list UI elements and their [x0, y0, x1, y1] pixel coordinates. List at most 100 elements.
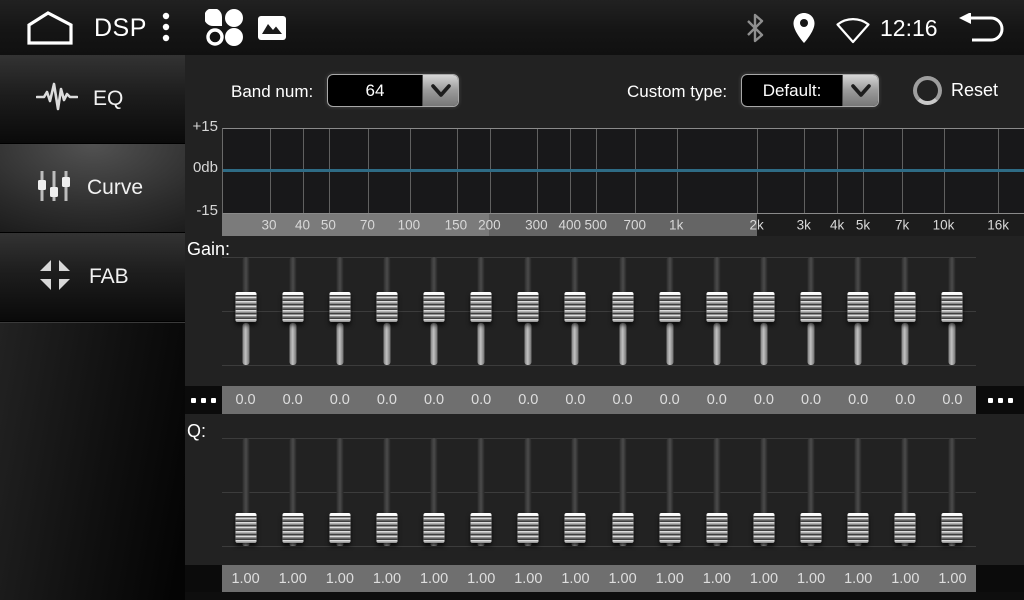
q-value: 1.00 [882, 565, 929, 592]
q-slider-thumb[interactable] [282, 513, 303, 543]
gain-slider-thumb[interactable] [376, 292, 397, 322]
q-slider[interactable] [363, 438, 410, 548]
sidebar-item-fab[interactable]: FAB [0, 233, 185, 322]
q-slider-thumb[interactable] [753, 513, 774, 543]
gain-slider[interactable] [646, 257, 693, 367]
gain-slider[interactable] [599, 257, 646, 367]
gain-slider[interactable] [929, 257, 976, 367]
q-slider[interactable] [505, 438, 552, 548]
gain-slider[interactable] [552, 257, 599, 367]
gain-slider-thumb[interactable] [471, 292, 492, 322]
gain-slider-thumb[interactable] [848, 292, 869, 322]
q-slider[interactable] [458, 438, 505, 548]
gain-value: 0.0 [882, 386, 929, 414]
q-row-left-spacer [185, 565, 222, 592]
gain-slider-thumb[interactable] [942, 292, 963, 322]
q-slider-thumb[interactable] [895, 513, 916, 543]
gain-slider[interactable] [882, 257, 929, 367]
slider-track-lower [478, 323, 485, 365]
gain-slider[interactable] [835, 257, 882, 367]
q-slider[interactable] [693, 438, 740, 548]
sidebar-item-label: Curve [87, 176, 143, 200]
dsp-app-screen: DSP [0, 0, 1024, 600]
q-slider-thumb[interactable] [942, 513, 963, 543]
q-slider-thumb[interactable] [471, 513, 492, 543]
gain-slider[interactable] [740, 257, 787, 367]
photo-icon[interactable] [257, 15, 287, 41]
q-slider[interactable] [788, 438, 835, 548]
q-values-bar: 1.001.001.001.001.001.001.001.001.001.00… [222, 565, 976, 592]
bluetooth-icon [742, 13, 768, 43]
sidebar-item-eq[interactable]: EQ [0, 55, 185, 144]
kebab-menu-icon[interactable] [156, 11, 176, 45]
q-slider[interactable] [882, 438, 929, 548]
gain-slider[interactable] [363, 257, 410, 367]
gain-slider-thumb[interactable] [612, 292, 633, 322]
q-slider-thumb[interactable] [706, 513, 727, 543]
gain-slider[interactable] [269, 257, 316, 367]
gain-slider-thumb[interactable] [801, 292, 822, 322]
q-slider[interactable] [740, 438, 787, 548]
gain-slider-thumb[interactable] [753, 292, 774, 322]
q-slider-thumb[interactable] [235, 513, 256, 543]
gain-slider-thumb[interactable] [329, 292, 350, 322]
gain-slider-thumb[interactable] [282, 292, 303, 322]
q-slider-thumb[interactable] [801, 513, 822, 543]
gain-value: 0.0 [505, 386, 552, 414]
q-slider-thumb[interactable] [329, 513, 350, 543]
q-slider[interactable] [269, 438, 316, 548]
gain-slider[interactable] [222, 257, 269, 367]
q-slider[interactable] [222, 438, 269, 548]
q-value: 1.00 [411, 565, 458, 592]
q-slider[interactable] [835, 438, 882, 548]
q-slider[interactable] [599, 438, 646, 548]
clover-apps-icon[interactable] [203, 9, 247, 47]
gain-slider-thumb[interactable] [235, 292, 256, 322]
q-value: 1.00 [599, 565, 646, 592]
chevron-down-icon [422, 75, 458, 106]
freq-tick-label: 3k [797, 218, 811, 233]
more-bands-right-button[interactable] [976, 386, 1024, 414]
gain-slider-thumb[interactable] [424, 292, 445, 322]
q-slider-thumb[interactable] [612, 513, 633, 543]
gain-slider-thumb[interactable] [706, 292, 727, 322]
custom-type-select[interactable]: Default: [741, 74, 879, 107]
more-bands-left-button[interactable] [185, 386, 222, 414]
q-slider-thumb[interactable] [518, 513, 539, 543]
wifi-icon [833, 16, 873, 44]
q-slider-thumb[interactable] [376, 513, 397, 543]
gain-slider-thumb[interactable] [565, 292, 586, 322]
q-value: 1.00 [929, 565, 976, 592]
gain-slider[interactable] [411, 257, 458, 367]
q-slider-thumb[interactable] [424, 513, 445, 543]
gain-slider-thumb[interactable] [518, 292, 539, 322]
q-slider[interactable] [316, 438, 363, 548]
reset-radio[interactable] [913, 76, 942, 105]
sidebar-item-label: FAB [89, 265, 129, 289]
gain-slider[interactable] [458, 257, 505, 367]
q-slider-thumb[interactable] [659, 513, 680, 543]
q-section-label: Q: [187, 421, 206, 442]
reset-button[interactable]: Reset [913, 74, 998, 106]
q-slider[interactable] [411, 438, 458, 548]
gain-slider[interactable] [505, 257, 552, 367]
gain-slider[interactable] [693, 257, 740, 367]
chevron-down-icon [842, 75, 878, 106]
band-num-select[interactable]: 64 [327, 74, 459, 107]
q-slider[interactable] [646, 438, 693, 548]
expand-arrows-icon [36, 256, 74, 299]
gain-slider[interactable] [788, 257, 835, 367]
gain-slider-thumb[interactable] [659, 292, 680, 322]
q-slider[interactable] [929, 438, 976, 548]
sidebar-item-curve[interactable]: Curve [0, 144, 185, 233]
ellipsis-icon [988, 398, 1013, 403]
q-slider-thumb[interactable] [848, 513, 869, 543]
slider-track-lower [713, 323, 720, 365]
gain-slider[interactable] [316, 257, 363, 367]
gain-value: 0.0 [269, 386, 316, 414]
home-icon[interactable] [24, 9, 76, 47]
back-arrow-icon[interactable] [957, 13, 1009, 43]
q-slider[interactable] [552, 438, 599, 548]
q-slider-thumb[interactable] [565, 513, 586, 543]
gain-slider-thumb[interactable] [895, 292, 916, 322]
